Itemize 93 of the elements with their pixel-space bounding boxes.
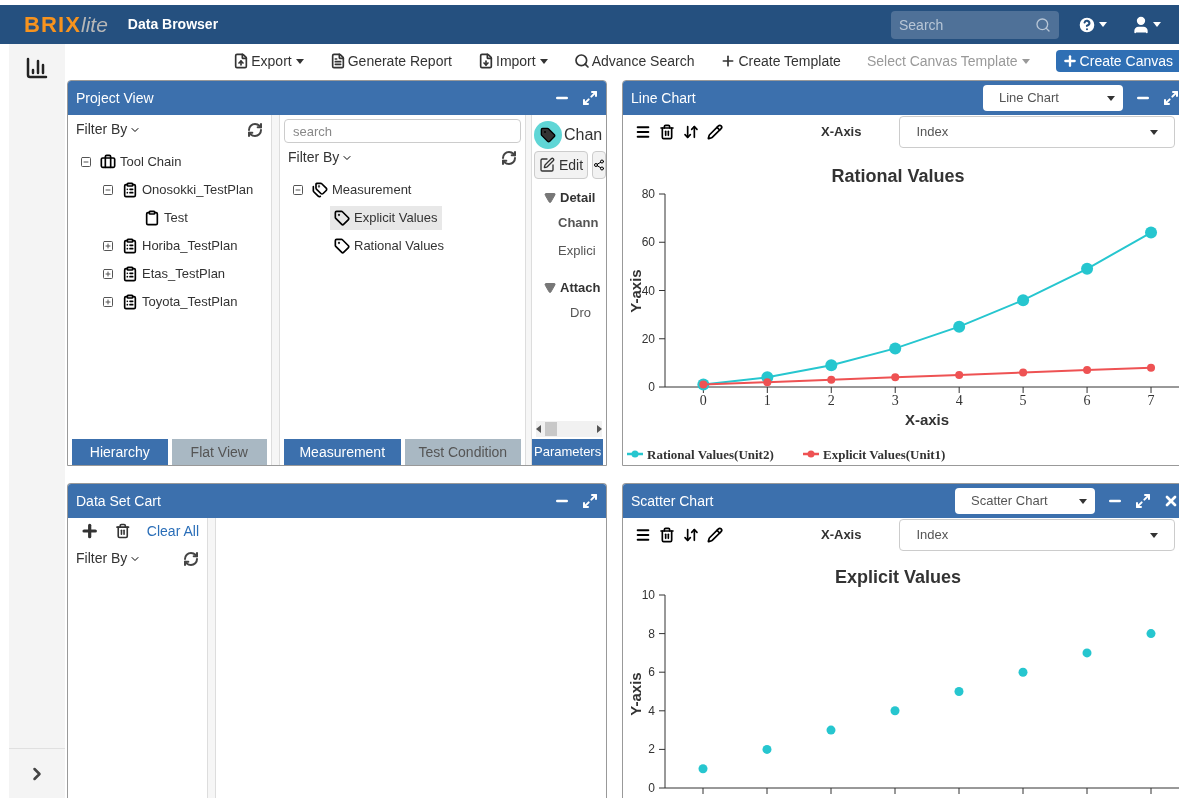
details-title: Chan bbox=[564, 125, 603, 145]
section-title: Detail bbox=[560, 189, 596, 208]
filter-dropdown[interactable]: Filter By bbox=[288, 147, 340, 168]
x-axis-select[interactable]: Index bbox=[899, 519, 1175, 551]
clear-all-link[interactable]: Clear All bbox=[146, 520, 199, 542]
tree-item[interactable]: Tool Chain bbox=[120, 152, 182, 172]
view-tab[interactable]: Test Condition bbox=[404, 439, 521, 465]
toolbar-button[interactable]: Export bbox=[233, 50, 304, 72]
point bbox=[1017, 294, 1030, 307]
y-tick-label: 0 bbox=[648, 781, 655, 795]
point bbox=[1083, 366, 1092, 375]
tree-item-highlight[interactable]: Onosokki_TestPlan bbox=[118, 178, 258, 202]
point bbox=[955, 370, 964, 379]
chart-type-select[interactable]: Scatter Chart bbox=[955, 488, 1095, 514]
y-tick-label: 80 bbox=[641, 187, 655, 201]
chart-title: Explicit Values bbox=[834, 567, 962, 587]
point bbox=[763, 378, 772, 387]
page-title: Data Browser bbox=[127, 15, 219, 34]
y-axis-title: Y-axis bbox=[627, 269, 644, 313]
tree-item[interactable]: Test bbox=[164, 208, 188, 228]
view-tab[interactable]: Measurement bbox=[284, 439, 401, 465]
point bbox=[825, 359, 838, 372]
panel-title: Scatter Chart bbox=[631, 491, 714, 511]
y-tick-label: 60 bbox=[641, 235, 655, 250]
x-tick-label: 5 bbox=[1019, 393, 1027, 408]
point bbox=[953, 320, 966, 333]
detail-text: Dro bbox=[569, 304, 592, 323]
y-tick-label: 20 bbox=[641, 331, 655, 346]
filter-dropdown[interactable]: Filter By bbox=[76, 548, 128, 569]
tree-item[interactable]: Onosokki_TestPlan bbox=[142, 180, 254, 200]
point bbox=[891, 373, 900, 382]
detail-text: Explici bbox=[557, 242, 597, 261]
x-tick-label: 4 bbox=[955, 393, 963, 408]
search-field[interactable]: Search bbox=[891, 10, 1059, 39]
tree-item-highlight[interactable]: Toyota_TestPlan bbox=[118, 290, 242, 314]
x-axis-label: X-Axis bbox=[821, 526, 862, 545]
toolbar-button[interactable]: Import bbox=[478, 50, 548, 72]
section-title: Attach bbox=[560, 279, 601, 298]
x-tick-label: 7 bbox=[1147, 393, 1155, 408]
legend-label[interactable]: Rational Values(Unit2) bbox=[647, 447, 774, 462]
x-tick-label: 6 bbox=[1083, 393, 1091, 408]
tree-item[interactable]: Etas_TestPlan bbox=[142, 264, 226, 284]
filter-dropdown[interactable]: Filter By bbox=[76, 119, 128, 140]
tree-item-highlight[interactable]: Tool Chain bbox=[96, 150, 186, 174]
point bbox=[1081, 262, 1094, 275]
x-tick-label: 1 bbox=[763, 393, 771, 408]
x-axis-select[interactable]: Index bbox=[899, 116, 1175, 148]
x-tick-label: 0 bbox=[699, 393, 707, 408]
x-tick-label: 3 bbox=[891, 393, 899, 408]
point bbox=[1145, 226, 1158, 239]
tree-item-highlight[interactable]: Measurement bbox=[308, 178, 416, 202]
edit-button[interactable]: Edit bbox=[534, 151, 589, 179]
tree-item-highlight[interactable]: Etas_TestPlan bbox=[118, 262, 230, 286]
detail-text: Chann bbox=[557, 214, 600, 233]
toolbar-button[interactable]: Generate Report bbox=[329, 50, 452, 72]
tree-item[interactable]: Toyota_TestPlan bbox=[142, 292, 238, 312]
chart-title: Rational Values bbox=[831, 166, 965, 186]
tree-item-highlight[interactable]: Test bbox=[140, 206, 192, 230]
y-tick-label: 2 bbox=[648, 742, 655, 757]
view-tab[interactable]: Hierarchy bbox=[72, 439, 168, 465]
panel-title: Line Chart bbox=[631, 88, 696, 108]
y-tick-label: 10 bbox=[641, 588, 655, 602]
point bbox=[889, 342, 902, 355]
tree-item[interactable]: Rational Values bbox=[354, 236, 445, 256]
point bbox=[827, 375, 836, 384]
y-tick-label: 40 bbox=[641, 283, 655, 298]
legend-label[interactable]: Explicit Values(Unit1) bbox=[823, 447, 946, 462]
tree-item-highlight[interactable]: Explicit Values bbox=[330, 206, 442, 230]
view-tab[interactable]: Flat View bbox=[171, 439, 267, 465]
search-field[interactable]: search bbox=[284, 119, 521, 143]
y-tick-label: 6 bbox=[648, 665, 655, 680]
x-axis-title: X-axis bbox=[904, 411, 950, 428]
toolbar-button[interactable]: Create Canvas bbox=[1055, 50, 1179, 72]
tree-item-highlight[interactable]: Rational Values bbox=[330, 234, 449, 258]
toolbar-button[interactable]: Create Template bbox=[720, 50, 841, 72]
x-axis-label: X-Axis bbox=[821, 123, 862, 142]
tree-item[interactable]: Explicit Values bbox=[354, 208, 438, 228]
y-axis-title: Y-axis bbox=[627, 672, 644, 716]
app-logo[interactable]: BRIXlite bbox=[24, 8, 108, 41]
y-tick-label: 0 bbox=[648, 380, 655, 394]
chart-type-select[interactable]: Line Chart bbox=[983, 85, 1123, 111]
panel-title: Project View bbox=[76, 88, 154, 108]
tree-item[interactable]: Horiba_TestPlan bbox=[142, 236, 238, 256]
y-tick-label: 8 bbox=[648, 626, 655, 641]
view-tab[interactable]: Parameters bbox=[532, 439, 604, 465]
point bbox=[1019, 368, 1028, 377]
point bbox=[1147, 363, 1156, 372]
tree-item-highlight[interactable]: Horiba_TestPlan bbox=[118, 234, 242, 258]
toolbar-button[interactable]: Advance Search bbox=[573, 50, 695, 72]
tree-item[interactable]: Measurement bbox=[332, 180, 412, 200]
y-tick-label: 4 bbox=[648, 703, 655, 718]
panel-title: Data Set Cart bbox=[76, 491, 161, 511]
x-tick-label: 2 bbox=[827, 393, 835, 408]
